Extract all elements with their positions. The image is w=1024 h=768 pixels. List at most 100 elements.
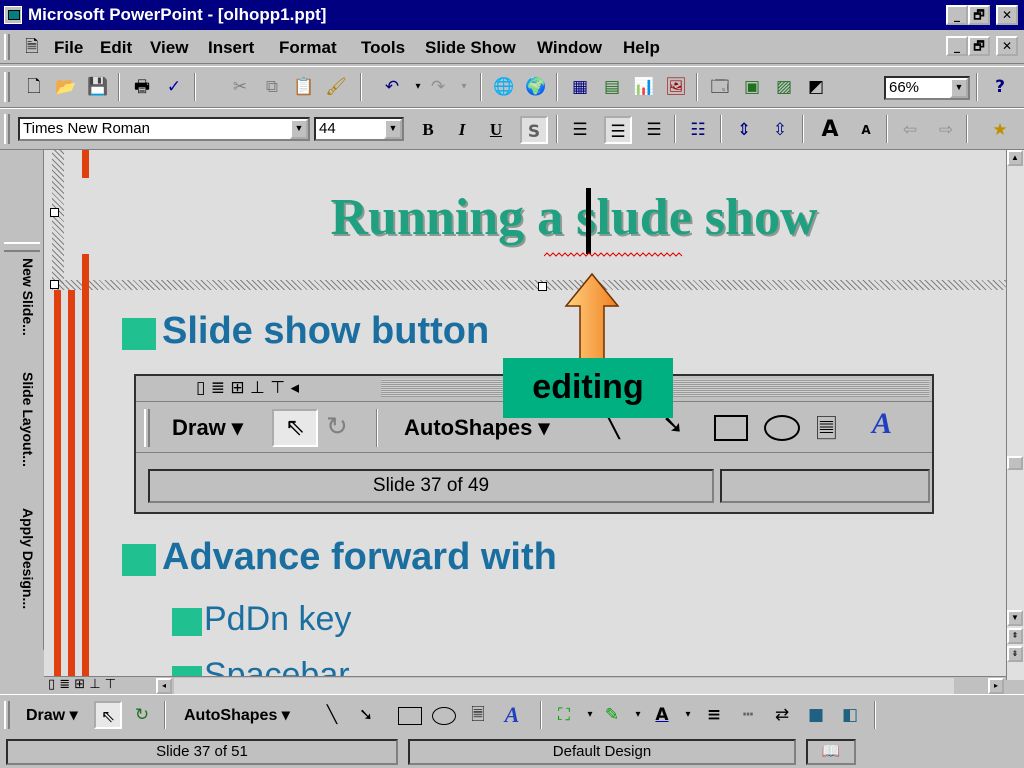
format-painter-icon[interactable]: 🖌 bbox=[322, 73, 350, 101]
scroll-right-icon[interactable]: ▸ bbox=[988, 678, 1004, 694]
restore-button[interactable]: 🗗 bbox=[968, 5, 990, 25]
chevron-down-icon[interactable]: ▼ bbox=[950, 78, 968, 98]
shadow-icon[interactable]: ■ bbox=[802, 701, 830, 729]
horizontal-scrollbar[interactable]: ▯ ≣ ⊞ ⊥ ⊤ ◂ ▸ bbox=[44, 676, 1006, 694]
print-icon[interactable]: 🖶 bbox=[128, 73, 156, 101]
h-scroll-track[interactable] bbox=[174, 678, 954, 694]
demote-icon[interactable]: ⇨ bbox=[932, 116, 960, 144]
chevron-down-icon[interactable]: ▼ bbox=[290, 119, 308, 139]
align-left-icon[interactable]: ☰ bbox=[566, 116, 594, 144]
doc-close-button[interactable]: ✕ bbox=[996, 36, 1018, 56]
font-name-select[interactable]: Times New Roman ▼ bbox=[18, 117, 310, 141]
3d-icon[interactable]: ◧ bbox=[836, 701, 864, 729]
panel-grip[interactable] bbox=[4, 242, 40, 252]
underline-button[interactable]: U bbox=[482, 116, 510, 144]
save-icon[interactable]: 💾 bbox=[84, 73, 112, 101]
toolbar-grip[interactable] bbox=[4, 72, 10, 102]
menu-tools[interactable]: Tools bbox=[361, 38, 405, 58]
dash-style-icon[interactable]: ┅ bbox=[734, 701, 762, 729]
view-buttons[interactable]: ▯ ≣ ⊞ ⊥ ⊤ bbox=[48, 677, 116, 692]
web-toolbar-icon[interactable]: 🌍 bbox=[522, 73, 550, 101]
next-slide-icon[interactable]: ⇟ bbox=[1007, 646, 1023, 662]
bullet-advance-forward[interactable]: Advance forward with bbox=[162, 536, 557, 579]
insert-clipart-icon[interactable]: 🖼 bbox=[662, 73, 690, 101]
menu-window[interactable]: Window bbox=[537, 38, 602, 58]
help-icon[interactable]: ? bbox=[986, 73, 1014, 101]
oval-icon[interactable] bbox=[432, 707, 456, 725]
menu-slide-show[interactable]: Slide Show bbox=[425, 38, 516, 58]
close-button[interactable]: ✕ bbox=[996, 5, 1018, 25]
wordart-icon[interactable]: A bbox=[498, 701, 526, 729]
bullet-slide-show-button[interactable]: Slide show button bbox=[162, 310, 489, 353]
doc-restore-button[interactable]: 🗗 bbox=[968, 36, 990, 56]
slide-canvas[interactable]: Running a slude show Slide show button ▯… bbox=[44, 150, 1006, 680]
apply-design-icon[interactable]: ▨ bbox=[770, 73, 798, 101]
powerpoint-app-icon[interactable] bbox=[4, 6, 22, 24]
free-rotate-icon[interactable]: ↻ bbox=[128, 701, 156, 729]
vertical-scrollbar[interactable]: ▲ ▼ ⇞ ⇟ bbox=[1006, 150, 1024, 680]
rectangle-icon[interactable] bbox=[398, 707, 422, 725]
bullets-icon[interactable]: ☷ bbox=[684, 116, 712, 144]
cut-icon[interactable]: ✂ bbox=[226, 73, 254, 101]
slide-layout-task[interactable]: Slide Layout... bbox=[20, 372, 36, 467]
apply-design-task[interactable]: Apply Design... bbox=[20, 508, 36, 609]
toolbar-grip[interactable] bbox=[4, 114, 10, 144]
shadow-button[interactable]: S bbox=[520, 116, 548, 144]
redo-icon[interactable]: ↷ bbox=[424, 73, 452, 101]
decrease-font-size-icon[interactable]: A bbox=[852, 116, 880, 144]
grayscale-preview-icon[interactable]: ◩ bbox=[802, 73, 830, 101]
previous-slide-icon[interactable]: ⇞ bbox=[1007, 628, 1023, 644]
increase-font-size-icon[interactable]: A bbox=[816, 116, 844, 144]
undo-icon[interactable]: ↶ bbox=[378, 73, 406, 101]
select-objects-icon[interactable]: ⇖ bbox=[94, 701, 122, 729]
insert-chart-icon[interactable]: 📊 bbox=[630, 73, 658, 101]
font-color-icon[interactable]: A bbox=[648, 701, 676, 729]
scroll-up-icon[interactable]: ▲ bbox=[1007, 150, 1023, 166]
autoshapes-menu[interactable]: AutoShapes ▾ bbox=[184, 705, 290, 725]
arrow-style-icon[interactable]: ⇄ bbox=[768, 701, 796, 729]
line-style-icon[interactable]: ≡ bbox=[700, 701, 728, 729]
copy-icon[interactable]: ⧉ bbox=[258, 73, 286, 101]
resize-handle[interactable] bbox=[50, 280, 59, 289]
menu-insert[interactable]: Insert bbox=[208, 38, 254, 58]
promote-icon[interactable]: ⇦ bbox=[896, 116, 924, 144]
center-icon[interactable]: ☰ bbox=[604, 116, 632, 144]
menu-edit[interactable]: Edit bbox=[100, 38, 132, 58]
insert-hyperlink-icon[interactable]: 🌐 bbox=[490, 73, 518, 101]
redo-dropdown-icon[interactable]: ▾ bbox=[450, 73, 478, 101]
line-color-icon[interactable]: ✎ bbox=[598, 701, 626, 729]
chevron-down-icon[interactable]: ▼ bbox=[384, 119, 402, 139]
open-icon[interactable]: 📂 bbox=[52, 73, 80, 101]
bold-button[interactable]: B bbox=[414, 116, 442, 144]
font-color-dropdown-icon[interactable]: ▾ bbox=[674, 701, 702, 729]
scroll-left-icon[interactable]: ◂ bbox=[156, 678, 172, 694]
slide-title[interactable]: Running a slude show bbox=[254, 188, 894, 247]
menu-help[interactable]: Help bbox=[623, 38, 660, 58]
new-icon[interactable]: 🗋 bbox=[20, 73, 48, 101]
decrease-paragraph-spacing-icon[interactable]: ⇳ bbox=[766, 116, 794, 144]
menu-file[interactable]: File bbox=[54, 38, 83, 58]
zoom-select[interactable]: 66% ▼ bbox=[884, 76, 970, 100]
align-right-icon[interactable]: ☰ bbox=[640, 116, 668, 144]
scroll-thumb[interactable] bbox=[1007, 456, 1023, 470]
toolbar-grip[interactable] bbox=[4, 701, 10, 729]
font-size-select[interactable]: 44 ▼ bbox=[314, 117, 404, 141]
sub-bullet-pddn-key[interactable]: PdDn key bbox=[204, 600, 351, 639]
paste-icon[interactable]: 📋 bbox=[290, 73, 318, 101]
increase-paragraph-spacing-icon[interactable]: ⇕ bbox=[730, 116, 758, 144]
arrow-icon[interactable]: ➘ bbox=[352, 701, 380, 729]
italic-button[interactable]: I bbox=[448, 116, 476, 144]
line-icon[interactable]: ╲ bbox=[318, 701, 346, 729]
text-box-icon[interactable]: 🗏 bbox=[464, 701, 492, 729]
spelling-icon[interactable]: ✓ bbox=[160, 73, 188, 101]
minimize-button[interactable]: _ bbox=[946, 5, 968, 25]
menu-format[interactable]: Format bbox=[279, 38, 337, 58]
new-slide-icon[interactable]: 🗔 bbox=[706, 73, 734, 101]
fill-color-icon[interactable]: ⛶ bbox=[550, 701, 578, 729]
slide-layout-icon[interactable]: ▣ bbox=[738, 73, 766, 101]
resize-handle[interactable] bbox=[538, 282, 547, 291]
insert-excel-worksheet-icon[interactable]: ▤ bbox=[598, 73, 626, 101]
animation-effects-icon[interactable]: ★ bbox=[986, 116, 1014, 144]
doc-minimize-button[interactable]: _ bbox=[946, 36, 968, 56]
resize-handle[interactable] bbox=[50, 208, 59, 217]
